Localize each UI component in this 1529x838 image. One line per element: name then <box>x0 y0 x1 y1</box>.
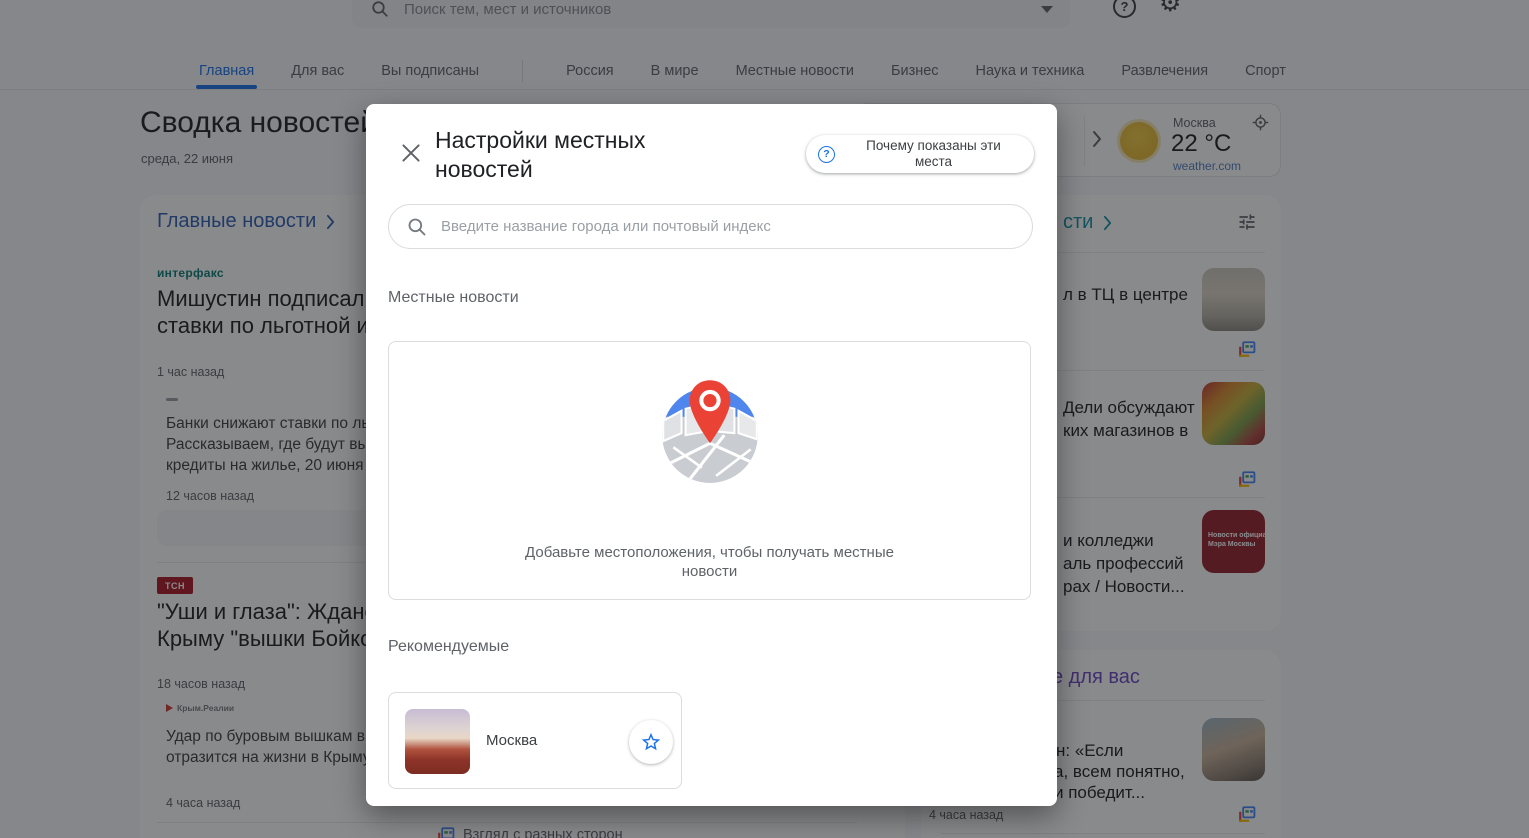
recommended-city-name: Москва <box>486 732 538 749</box>
why-these-places-button[interactable]: ? Почему показаны эти места <box>806 135 1034 173</box>
empty-state-text: новости <box>681 563 738 580</box>
why-label-line: Почему показаны эти <box>866 138 1001 153</box>
recommended-section-label: Рекомендуемые <box>388 638 510 655</box>
dialog-title-line: новостей <box>435 156 533 182</box>
dialog-title-line: Настройки местных <box>435 127 646 153</box>
why-label-line: места <box>914 154 953 169</box>
help-circle-icon: ? <box>818 145 835 163</box>
map-pin-illustration <box>651 368 769 491</box>
follow-star-button[interactable] <box>629 720 673 764</box>
local-news-section-label: Местные новости <box>388 289 519 306</box>
dialog-title: Настройки местных новостей <box>435 126 745 184</box>
moscow-thumbnail <box>405 709 470 774</box>
city-search-field[interactable] <box>388 204 1033 249</box>
why-these-places-label: Почему показаны эти места <box>843 138 1024 170</box>
recommended-location-card[interactable]: Москва <box>388 692 682 789</box>
city-search-input[interactable] <box>441 218 1016 235</box>
star-icon <box>641 732 661 751</box>
close-icon[interactable] <box>398 140 424 166</box>
google-news-page: ? ⚙ Главная Для вас Вы подписаны Россия … <box>0 0 1529 838</box>
search-icon <box>408 218 426 235</box>
empty-state-text: Добавьте местоположения, чтобы получать … <box>525 544 894 561</box>
local-news-settings-dialog: Настройки местных новостей ? Почему пока… <box>366 104 1057 806</box>
locations-empty-state: Добавьте местоположения, чтобы получать … <box>388 341 1031 600</box>
